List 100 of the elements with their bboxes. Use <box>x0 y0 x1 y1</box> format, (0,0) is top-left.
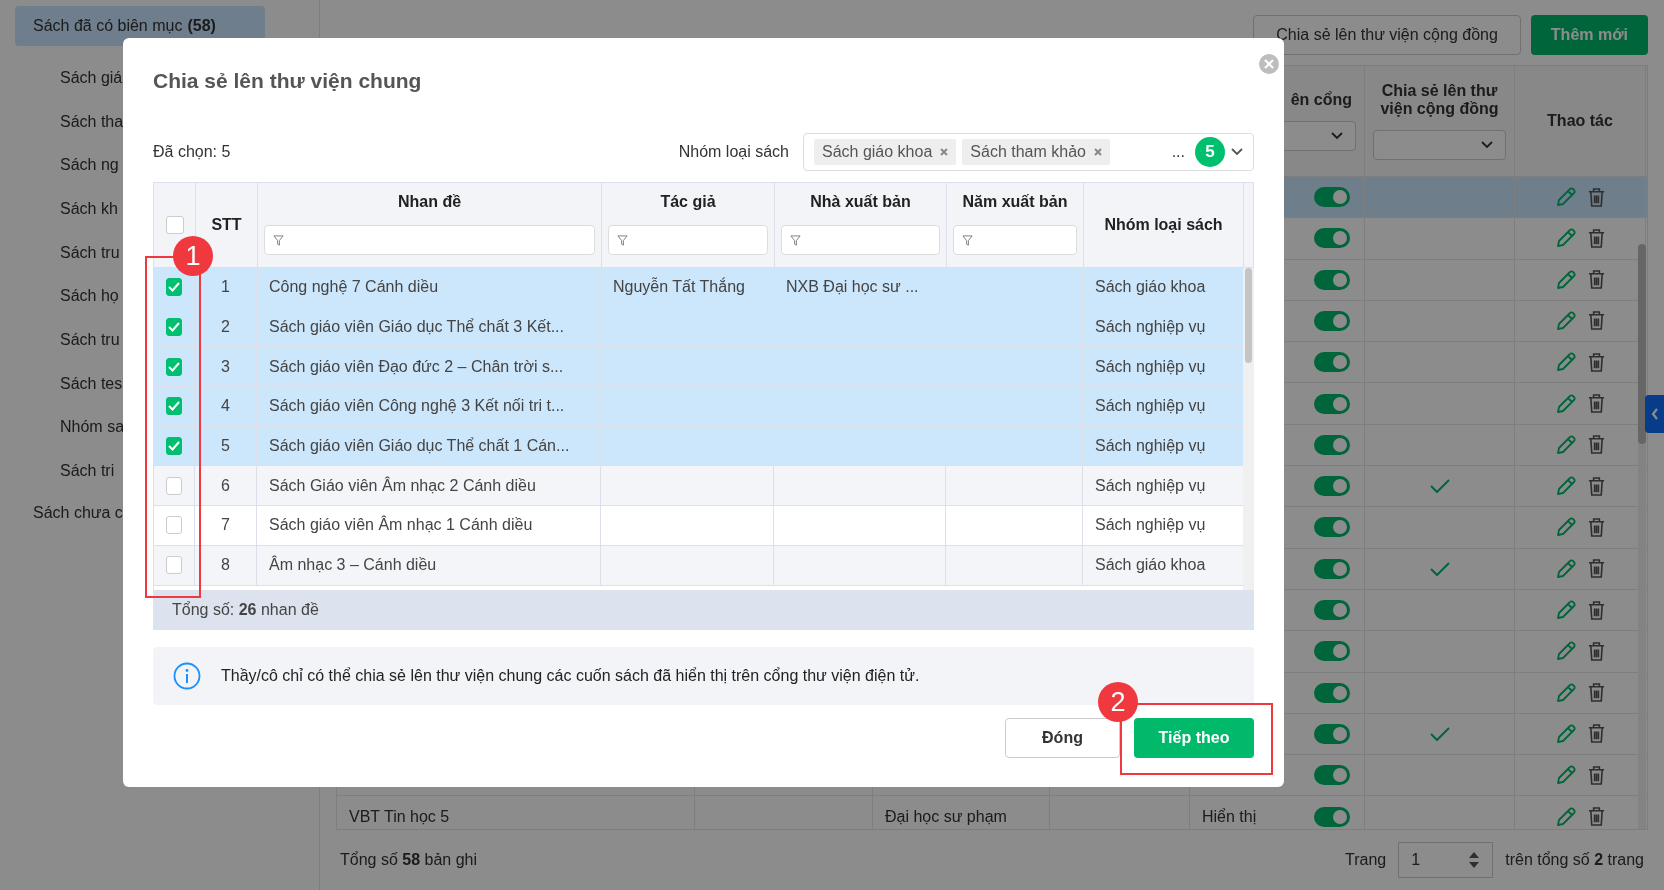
toggle-switch[interactable] <box>1314 187 1350 208</box>
checkbox[interactable] <box>166 437 182 456</box>
pencil-icon[interactable] <box>1554 516 1577 539</box>
remove-icon[interactable] <box>940 148 949 156</box>
pencil-icon[interactable] <box>1554 227 1577 250</box>
chevron-down-icon <box>1331 131 1343 140</box>
checkbox[interactable] <box>166 278 182 297</box>
pencil-icon[interactable] <box>1554 433 1577 456</box>
toggle-switch[interactable] <box>1314 434 1350 455</box>
filter-field[interactable] <box>953 225 1077 255</box>
table-cell: VBT Tin học 5 <box>349 807 450 826</box>
trash-icon[interactable] <box>1586 558 1606 580</box>
filter-field[interactable] <box>781 225 940 255</box>
toggle-switch[interactable] <box>1314 682 1350 703</box>
pencil-icon[interactable] <box>1554 392 1577 415</box>
row-number: 1 <box>221 278 230 297</box>
page-number-field[interactable]: 1 <box>1398 842 1494 879</box>
pencil-icon[interactable] <box>1554 268 1577 291</box>
close-button[interactable]: Đóng <box>1005 718 1120 758</box>
checkbox[interactable] <box>165 216 184 234</box>
pencil-icon[interactable] <box>1554 681 1577 704</box>
pencil-icon[interactable] <box>1554 309 1577 332</box>
column-header: STT <box>211 216 242 234</box>
filter-icon <box>617 234 628 246</box>
pencil-icon[interactable] <box>1554 640 1577 663</box>
trash-icon[interactable] <box>1586 599 1606 621</box>
close-icon[interactable] <box>1259 54 1279 74</box>
trash-icon[interactable] <box>1586 310 1606 332</box>
toggle-switch[interactable] <box>1314 393 1350 414</box>
table-cell: Sách giáo viên Giáo dục Thể chất 1 Cán... <box>269 437 570 456</box>
toggle-switch[interactable] <box>1314 765 1350 786</box>
table-cell: NXB Đại học sư ... <box>786 278 919 297</box>
table-cell: Sách giáo khoa <box>1095 278 1206 297</box>
dialog-title: Chia sẻ lên thư viện chung <box>153 68 422 93</box>
scrollbar[interactable] <box>1243 268 1254 590</box>
toggle-switch[interactable] <box>1314 806 1350 827</box>
toggle-switch[interactable] <box>1314 600 1350 621</box>
total-count: Tổng số: 26 nhan đề <box>172 601 319 619</box>
trash-icon[interactable] <box>1586 723 1606 745</box>
toggle-switch[interactable] <box>1314 723 1350 744</box>
pencil-icon[interactable] <box>1554 599 1577 622</box>
filter-label: Nhóm loại sách <box>678 143 789 161</box>
table-cell: Sách Giáo viên Âm nhạc 2 Cánh diều <box>269 476 536 495</box>
trash-icon[interactable] <box>1586 806 1606 828</box>
row-number: 4 <box>221 397 230 416</box>
table-cell: Sách giáo viên Âm nhạc 1 Cánh diều <box>269 516 533 535</box>
page-label: Trang <box>1345 851 1387 870</box>
info-text: Thầy/cô chỉ có thể chia sẻ lên thư viện chung các cuốn sách đã hiển thị trên cổng thư viện điện tử. <box>221 667 920 685</box>
trash-icon[interactable] <box>1586 393 1606 415</box>
table-cell: Sách giáo viên Giáo dục Thể chất 3 Kết... <box>269 318 564 337</box>
trash-icon[interactable] <box>1586 682 1606 704</box>
checkbox[interactable] <box>166 318 182 337</box>
checkbox[interactable] <box>166 516 182 535</box>
trash-icon[interactable] <box>1586 269 1606 291</box>
spinner-arrows-icon[interactable] <box>1468 851 1481 870</box>
collapse-tab[interactable] <box>1645 395 1664 433</box>
toggle-switch[interactable] <box>1314 476 1350 497</box>
checkbox[interactable] <box>166 556 182 575</box>
trash-icon[interactable] <box>1586 186 1606 208</box>
toggle-switch[interactable] <box>1314 310 1350 331</box>
pencil-icon[interactable] <box>1554 186 1577 209</box>
trash-icon[interactable] <box>1586 227 1606 249</box>
filter-select[interactable] <box>1373 129 1506 160</box>
checkbox[interactable] <box>166 357 182 376</box>
toggle-switch[interactable] <box>1314 558 1350 579</box>
column-header: Nhan đề <box>397 193 462 211</box>
toggle-switch[interactable] <box>1314 641 1350 662</box>
trash-icon[interactable] <box>1586 764 1606 786</box>
filter-field[interactable] <box>264 225 595 255</box>
trash-icon[interactable] <box>1586 351 1606 373</box>
filter-icon <box>962 234 973 246</box>
pencil-icon[interactable] <box>1554 475 1577 498</box>
toggle-switch[interactable] <box>1314 269 1350 290</box>
toggle-switch[interactable] <box>1314 228 1350 249</box>
scrollbar[interactable] <box>1638 243 1646 830</box>
selected-count: Đã chọn: 5 <box>153 143 231 161</box>
pencil-icon[interactable] <box>1554 764 1577 787</box>
toggle-switch[interactable] <box>1314 517 1350 538</box>
table-cell: Sách giáo viên Công nghệ 3 Kết nối tri t... <box>269 397 565 416</box>
filter-field[interactable] <box>608 225 768 255</box>
trash-icon[interactable] <box>1586 475 1606 497</box>
row-number: 6 <box>221 476 230 495</box>
chevron-down-icon <box>1231 148 1243 156</box>
pencil-icon[interactable] <box>1554 805 1577 828</box>
table-cell: Sách nghiệp vụ <box>1095 357 1206 376</box>
category-select[interactable]: Sách giáo khoa Sách tham khảo ... 5 <box>803 133 1254 171</box>
trash-icon[interactable] <box>1586 640 1606 662</box>
table-cell: Hiển thị <box>1202 807 1257 826</box>
column-header: Nhà xuất bản <box>810 193 911 211</box>
checkbox[interactable] <box>166 476 182 495</box>
trash-icon[interactable] <box>1586 516 1606 538</box>
trash-icon[interactable] <box>1586 434 1606 456</box>
toggle-switch[interactable] <box>1314 352 1350 373</box>
table-cell: Sách giáo viên Đạo đức 2 – Chân trời s... <box>269 357 564 376</box>
pencil-icon[interactable] <box>1554 722 1577 745</box>
remove-icon[interactable] <box>1093 148 1102 156</box>
checkbox[interactable] <box>166 397 182 416</box>
share-button[interactable]: Chia sẻ lên thư viện cộng đồng <box>1253 14 1521 55</box>
pencil-icon[interactable] <box>1554 351 1577 374</box>
pencil-icon[interactable] <box>1554 557 1577 580</box>
